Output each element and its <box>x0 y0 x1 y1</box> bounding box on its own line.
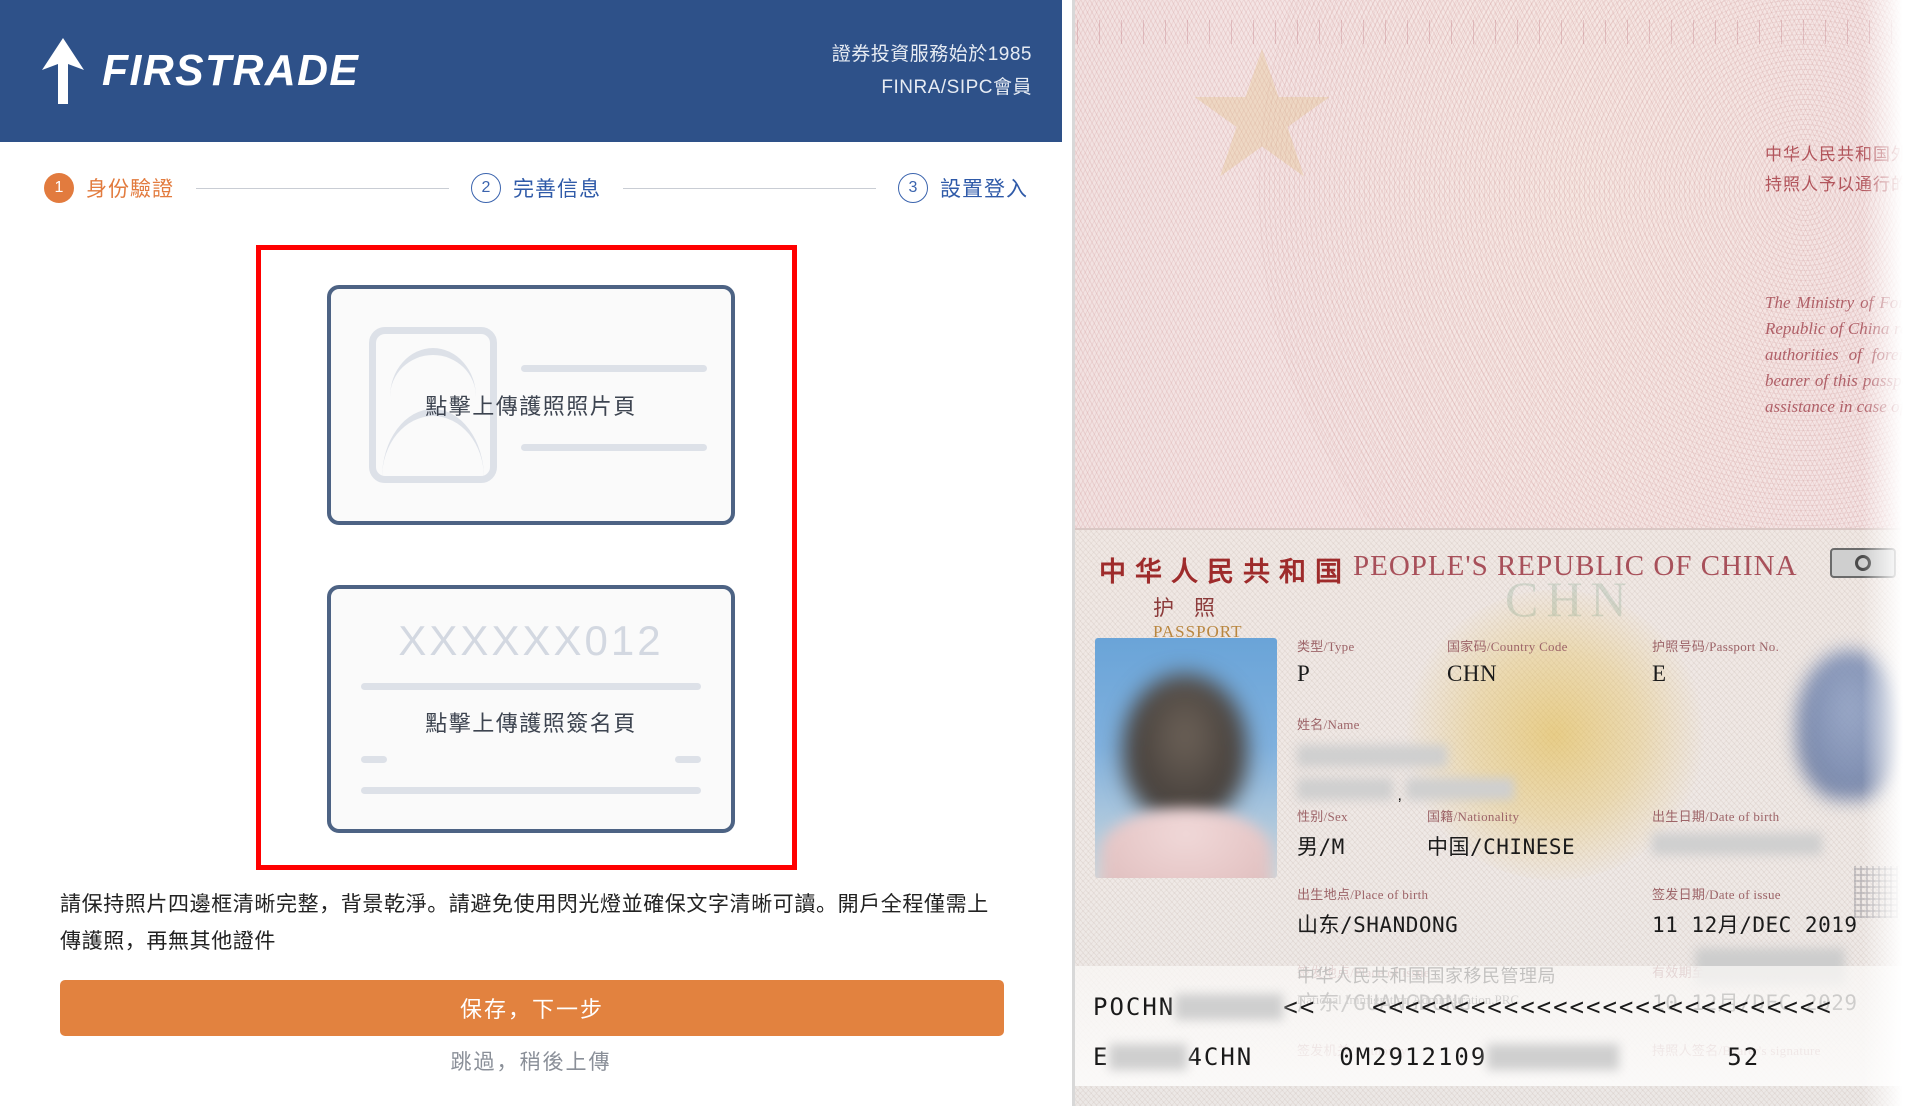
upload-section: 點擊上傳護照照片頁 XXXXXX012 點擊上傳護照簽名頁 <box>0 245 1062 833</box>
field-nationality: 国籍/Nationality 中国/CHINESE <box>1427 806 1575 861</box>
step-label-1: 身份驗證 <box>86 178 174 201</box>
brand-name: FIRSTRADE <box>102 46 360 95</box>
step-number-3: 3 <box>898 173 928 203</box>
step-item-login[interactable]: 3 設置登入 <box>898 173 1028 203</box>
field-value: CHN <box>1447 661 1498 686</box>
step-item-info[interactable]: 2 完善信息 <box>471 173 601 203</box>
field-label: 出生日期/Date of birth <box>1652 809 1780 824</box>
field-name: 姓名/Name , <box>1297 714 1601 805</box>
placeholder-tick <box>675 756 701 763</box>
step-connector-1 <box>196 187 449 189</box>
mrz-line-1: POCHN << <<<<<<<<<<<<<<<<<<<<<<<<<<<< <box>1093 982 1902 1032</box>
field-value: 中国/CHINESE <box>1427 835 1576 859</box>
field-sex: 性别/Sex 男/M <box>1297 806 1348 861</box>
field-label: 出生地点/Place of birth <box>1297 887 1429 902</box>
skip-upload-link[interactable]: 跳過，稍後上傳 <box>0 1046 1062 1076</box>
machine-readable-zone: POCHN << <<<<<<<<<<<<<<<<<<<<<<<<<<<< E … <box>1075 966 1920 1086</box>
mrz-sample-text: XXXXXX012 <box>398 617 664 664</box>
placeholder-ticks <box>361 756 701 763</box>
redacted-dob <box>1652 833 1822 855</box>
redacted-name-1 <box>1297 745 1447 767</box>
save-next-button[interactable]: 保存，下一步 <box>60 980 1004 1036</box>
placeholder-rule <box>361 787 701 794</box>
tagline-line-2: FINRA/SIPC會員 <box>881 77 1032 98</box>
step-label-2: 完善信息 <box>513 178 601 201</box>
mrz-check-chunk: 0M2912109 <box>1339 1043 1488 1071</box>
passport-signature-placeholder-icon: XXXXXX012 點擊上傳護照簽名頁 <box>331 589 731 829</box>
field-label: 国家码/Country Code <box>1447 639 1568 654</box>
upload-instructions: 請保持照片四邊框清晰完整，背景乾淨。請避免使用閃光燈並確保文字清晰可讀。開戶全程… <box>60 893 989 953</box>
mrz-separator: << <box>1283 993 1317 1021</box>
field-value: 山东/SHANDONG <box>1297 913 1459 937</box>
field-label: 签发日期/Date of issue <box>1652 887 1781 902</box>
passport-preview-panel: 中华人民共和国外交部请各国军政机关对持照人予以通行的便利和必要的协助。 The … <box>1062 0 1920 1106</box>
placeholder-line <box>521 444 707 451</box>
site-header: FIRSTRADE 證券投資服務始於1985 FINRA/SIPC會員 <box>0 0 1062 142</box>
step-indicator: 1 身份驗證 2 完善信息 3 設置登入 <box>0 142 1062 212</box>
photo-upload-wrap: 點擊上傳護照照片頁 <box>0 245 1062 525</box>
passport-portrait-photo <box>1095 638 1277 878</box>
redacted-mrz-name <box>1175 994 1284 1020</box>
field-label: 护照号码/Passport No. <box>1652 639 1780 654</box>
placeholder-line <box>521 365 707 372</box>
redacted-mrz-tail <box>1487 1044 1620 1070</box>
mrz-doc-prefix: E <box>1093 1043 1110 1071</box>
step-label-3: 設置登入 <box>940 178 1028 201</box>
tagline-line-1: 證券投資服務始於1985 <box>831 44 1032 65</box>
field-value: E <box>1652 661 1667 686</box>
app-screen: FIRSTRADE 證券投資服務始於1985 FINRA/SIPC會員 1 身份… <box>0 0 1920 1106</box>
step-item-identity[interactable]: 1 身份驗證 <box>44 173 174 203</box>
field-country-code: 国家码/Country Code CHN <box>1447 636 1568 687</box>
field-dob: 出生日期/Date of birth <box>1652 806 1822 860</box>
redacted-mrz-number <box>1109 1044 1188 1070</box>
step-connector-2 <box>623 187 876 189</box>
star-watermark-icon <box>1194 49 1330 177</box>
passport-data-page: CHN 中华人民共和国 PEOPLE'S REPUBLIC OF CHINA 护… <box>1075 528 1920 1106</box>
redacted-name-2 <box>1297 778 1393 800</box>
field-passport-no: 护照号码/Passport No. E <box>1652 636 1779 687</box>
placeholder-rule <box>361 683 701 690</box>
brand-logo[interactable]: FIRSTRADE <box>34 36 367 106</box>
passport-title-chinese: 中华人民共和国 <box>1099 557 1351 587</box>
field-type: 类型/Type P <box>1297 636 1355 687</box>
mrz-filler: <<<<<<<<<<<<<<<<<<<<<<<<<<<< <box>1372 993 1833 1021</box>
field-value: P <box>1297 661 1311 686</box>
field-value: 11 12月/DEC 2019 <box>1652 913 1858 937</box>
blurred-body <box>1101 808 1271 878</box>
firstrade-arrow-icon <box>42 38 84 104</box>
field-date-of-issue: 签发日期/Date of issue 11 12月/DEC 2019 <box>1652 884 1858 939</box>
upload-passport-photo-page[interactable]: 點擊上傳護照照片頁 <box>327 285 735 525</box>
mrz-final-check: 52 <box>1727 1043 1761 1071</box>
field-label: 国籍/Nationality <box>1427 809 1520 824</box>
mrz-country-chunk: 4CHN <box>1187 1043 1254 1071</box>
field-label: 姓名/Name <box>1297 717 1360 732</box>
passport-image: 中华人民共和国外交部请各国军政机关对持照人予以通行的便利和必要的协助。 The … <box>1072 0 1920 1106</box>
redacted-name-3 <box>1406 778 1515 800</box>
upload-passport-signature-page[interactable]: XXXXXX012 點擊上傳護照簽名頁 <box>327 585 735 833</box>
field-row: 性别/Sex 男/M 国籍/Nationality 中国/CHINESE 出生日… <box>1297 806 1904 884</box>
right-edge-fade <box>1862 0 1920 1106</box>
step-number-2: 2 <box>471 173 501 203</box>
mrz-prefix: POCHN <box>1093 993 1176 1021</box>
passport-subtitle-chinese: 护照 <box>1153 597 1235 620</box>
placeholder-tick <box>361 756 387 763</box>
step-number-1: 1 <box>44 173 74 203</box>
mrz-line-2: E 4CHN 0M2912109 52 <box>1093 1032 1902 1082</box>
onboarding-panel: FIRSTRADE 證券投資服務始於1985 FINRA/SIPC會員 1 身份… <box>0 0 1062 1106</box>
field-label: 类型/Type <box>1297 639 1355 654</box>
upload-signature-page-label: 點擊上傳護照簽名頁 <box>425 711 637 736</box>
blurred-face <box>1123 674 1247 822</box>
header-tagline: 證券投資服務始於1985 FINRA/SIPC會員 <box>832 38 1032 104</box>
field-label: 性别/Sex <box>1297 809 1348 824</box>
passport-title-english: PEOPLE'S REPUBLIC OF CHINA <box>1353 550 1798 582</box>
upload-photo-page-label: 點擊上傳護照照片頁 <box>425 394 637 419</box>
field-value: 男/M <box>1297 835 1345 859</box>
field-place-of-birth: 出生地点/Place of birth 山东/SHANDONG <box>1297 884 1458 939</box>
signature-upload-wrap: XXXXXX012 點擊上傳護照簽名頁 <box>0 525 1062 833</box>
